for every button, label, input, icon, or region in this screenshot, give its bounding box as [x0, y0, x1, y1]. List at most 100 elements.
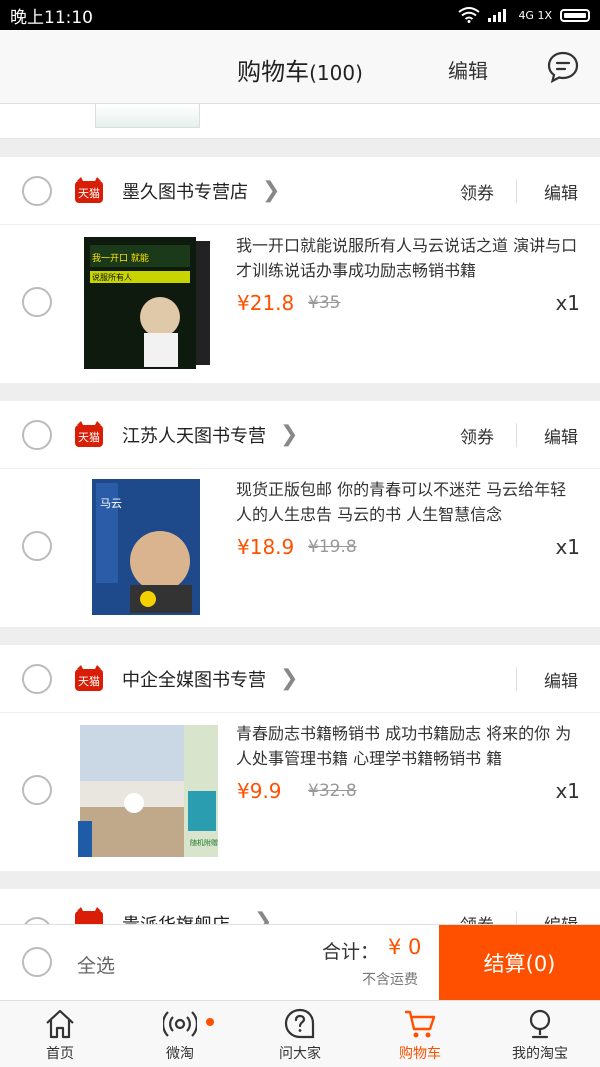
store-name[interactable]: 江苏人天图书专营	[122, 422, 266, 448]
item-quantity: x1	[555, 291, 580, 315]
nav-bar: 购物车(100) 编辑	[0, 30, 600, 104]
store-block: 天猫 墨久图书专营店 ❯ 领券 编辑 我一开口 就能 说服所有人 我一开口就能说…	[0, 157, 600, 383]
book-cover-image: 随机附赠	[78, 721, 218, 861]
partial-item-thumbnail	[95, 104, 200, 128]
home-icon	[46, 1009, 74, 1039]
signal-icon	[488, 9, 507, 22]
chevron-right-icon[interactable]: ❯	[254, 909, 272, 924]
store-header: 天猫 中企全媒图书专营 ❯ 编辑	[0, 645, 600, 713]
tab-label: 问大家	[279, 1046, 321, 1062]
cart-item[interactable]: 马云 现货正版包邮 你的青春可以不迷茫 马云给年轻人的人生忠告 马云的书 人生智…	[0, 469, 600, 627]
chevron-right-icon[interactable]: ❯	[280, 666, 298, 691]
tab-bar: 首页 微淘 问大家 购物车 我的淘宝	[0, 1000, 600, 1067]
item-original-price: ¥19.8	[308, 537, 357, 557]
cart-item[interactable]: 我一开口 就能 说服所有人 我一开口就能说服所有人马云说话之道 演讲与口才训练说…	[0, 225, 600, 383]
store-edit-button[interactable]: 编辑	[544, 911, 578, 924]
tmall-icon: 天猫	[75, 664, 103, 691]
store-edit-button[interactable]: 编辑	[544, 423, 578, 448]
message-icon[interactable]	[546, 50, 580, 84]
tmall-badge-text: 天猫	[78, 187, 100, 200]
book-cover-image: 我一开口 就能 说服所有人	[78, 233, 218, 373]
coupon-button[interactable]: 领券	[460, 911, 494, 924]
total-value: ¥ 0	[388, 935, 422, 959]
cart-item[interactable]: 随机附赠 青春励志书籍畅销书 成功书籍励志 将来的你 为人处事管理书籍 心理学书…	[0, 713, 600, 871]
tab-label: 微淘	[166, 1046, 194, 1062]
checkout-bar: 全选 合计： ¥ 0 不含运费 结算(0)	[0, 924, 600, 1001]
partial-item-top	[0, 104, 600, 139]
item-price: ¥21.8	[237, 291, 295, 315]
item-thumbnail[interactable]: 马云	[78, 477, 218, 617]
cover-subtitle-text: 说服所有人	[92, 272, 132, 282]
divider	[516, 911, 517, 924]
item-original-price: ¥32.8	[308, 781, 357, 801]
select-all-label[interactable]: 全选	[77, 951, 115, 978]
cart-list[interactable]: 天猫 墨久图书专营店 ❯ 领券 编辑 我一开口 就能 说服所有人 我一开口就能说…	[0, 104, 600, 924]
divider	[516, 179, 517, 203]
battery-icon	[560, 8, 590, 22]
item-original-price: ¥35	[308, 293, 341, 313]
cart-icon	[405, 1010, 436, 1038]
store-checkbox[interactable]	[22, 663, 52, 694]
tab-weitao[interactable]: 微淘	[120, 1001, 240, 1067]
checkout-button[interactable]: 结算(0)	[439, 925, 600, 1001]
cart-count: (100)	[309, 61, 363, 85]
coupon-button[interactable]: 领券	[460, 179, 494, 204]
status-icons: 4G 1X	[458, 7, 590, 23]
item-quantity: x1	[555, 535, 580, 559]
tab-cart[interactable]: 购物车	[360, 1001, 480, 1067]
coupon-button[interactable]: 领券	[460, 423, 494, 448]
store-edit-button[interactable]: 编辑	[544, 667, 578, 692]
total-label: 合计：	[322, 941, 380, 963]
store-name[interactable]: 贵派华旗舰店	[122, 911, 230, 924]
network-label: 4G 1X	[518, 8, 552, 22]
store-name[interactable]: 墨久图书专营店	[122, 178, 248, 204]
divider	[516, 667, 517, 691]
item-title[interactable]: 青春励志书籍畅销书 成功书籍励志 将来的你 为人处事管理书籍 心理学书籍畅销书 …	[236, 721, 581, 773]
item-checkbox[interactable]	[22, 775, 52, 805]
question-icon	[284, 1008, 315, 1039]
user-icon	[529, 1009, 551, 1039]
store-edit-button[interactable]: 编辑	[544, 179, 578, 204]
broadcast-icon	[163, 1011, 197, 1037]
store-checkbox[interactable]	[22, 175, 52, 206]
store-header: 天猫 江苏人天图书专营 ❯ 领券 编辑	[0, 401, 600, 469]
select-all-checkbox[interactable]	[22, 947, 52, 977]
divider	[516, 423, 517, 447]
cover-title-text: 马云	[100, 497, 122, 510]
item-title[interactable]: 我一开口就能说服所有人马云说话之道 演讲与口才训练说话办事成功励志畅销书籍	[236, 233, 581, 285]
store-block: 天猫 中企全媒图书专营 ❯ 编辑 随机附赠 青春励志书籍畅销书 成功书籍励志 将…	[0, 645, 600, 871]
book-cover-image: 马云	[78, 477, 218, 617]
cart-title: 购物车	[237, 58, 310, 86]
item-title[interactable]: 现货正版包邮 你的青春可以不迷茫 马云给年轻人的人生忠告 马云的书 人生智慧信念	[236, 477, 581, 529]
item-thumbnail[interactable]: 随机附赠	[78, 721, 218, 861]
store-header: 天猫 墨久图书专营店 ❯ 领券 编辑	[0, 157, 600, 225]
tab-label: 购物车	[399, 1046, 441, 1062]
item-checkbox[interactable]	[22, 287, 52, 317]
edit-button[interactable]: 编辑	[448, 55, 488, 84]
item-checkbox[interactable]	[22, 531, 52, 561]
item-quantity: x1	[555, 779, 580, 803]
status-bar: 晚上11:10 4G 1X	[0, 0, 600, 30]
shipping-note: 不含运费	[362, 972, 418, 988]
tab-ask[interactable]: 问大家	[240, 1001, 360, 1067]
tmall-icon: 天猫	[75, 176, 103, 203]
tmall-badge-text: 天猫	[78, 675, 100, 688]
page-title: 购物车(100)	[0, 52, 600, 87]
store-checkbox[interactable]	[22, 419, 52, 450]
item-price: ¥9.9	[237, 779, 282, 803]
tmall-icon	[75, 907, 103, 924]
tmall-badge-text: 天猫	[78, 431, 100, 444]
status-time: 晚上11:10	[10, 7, 93, 28]
notification-dot	[206, 1018, 214, 1026]
chevron-right-icon[interactable]: ❯	[280, 422, 298, 447]
chevron-right-icon[interactable]: ❯	[262, 178, 280, 203]
cover-title-text: 我一开口 就能	[92, 252, 149, 264]
store-name[interactable]: 中企全媒图书专营	[122, 666, 266, 692]
tab-home[interactable]: 首页	[0, 1001, 120, 1067]
wifi-icon	[458, 7, 481, 23]
store-checkbox[interactable]	[22, 917, 52, 924]
tab-my-taobao[interactable]: 我的淘宝	[480, 1001, 600, 1067]
tmall-icon: 天猫	[75, 420, 103, 447]
tab-label: 首页	[46, 1046, 74, 1062]
item-thumbnail[interactable]: 我一开口 就能 说服所有人	[78, 233, 218, 373]
